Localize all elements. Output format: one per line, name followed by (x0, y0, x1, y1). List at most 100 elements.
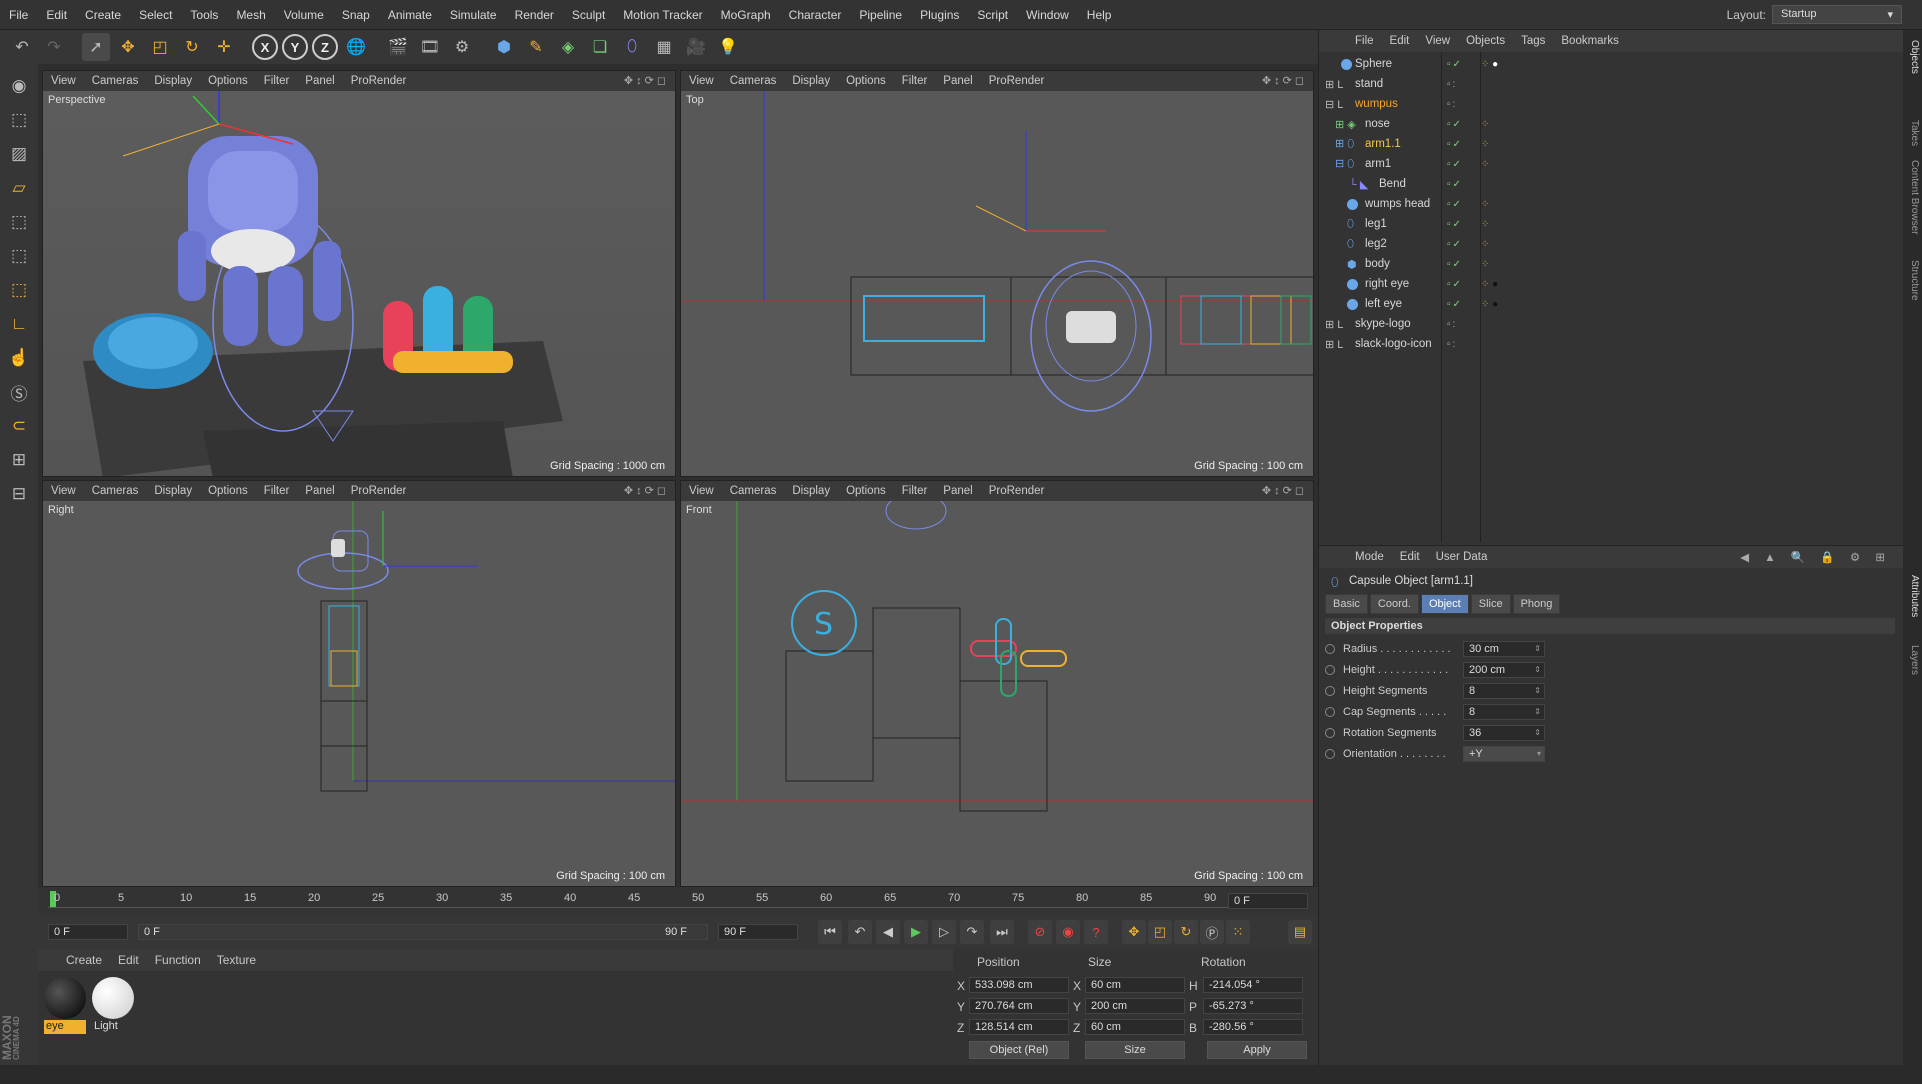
render-settings-icon[interactable]: ⚙ (448, 33, 476, 61)
camera-icon[interactable]: 🎥 (682, 33, 710, 61)
tag-icons[interactable]: ⁘ (1481, 259, 1489, 270)
deformer-icon[interactable]: ⬯ (618, 33, 646, 61)
visibility-toggles[interactable]: ▫: (1447, 99, 1457, 110)
object-row[interactable]: ⬢ body ▫✓ ⁘ (1319, 254, 1904, 274)
tab-structure[interactable]: Structure (1905, 260, 1920, 301)
viewport-nav-icons[interactable]: ✥↕⟳◻ (624, 74, 669, 87)
am-menu-user-data[interactable]: User Data (1428, 551, 1496, 563)
animate-radio[interactable] (1325, 728, 1335, 738)
vp-menu-filter[interactable]: Filter (894, 485, 936, 497)
rotation-p-field[interactable]: -65.273 ° (1203, 998, 1303, 1014)
visibility-toggles[interactable]: ▫✓ (1447, 239, 1463, 250)
menu-edit[interactable]: Edit (37, 8, 76, 22)
menu-mograph[interactable]: MoGraph (712, 8, 780, 22)
object-name[interactable]: wumps head (1365, 198, 1430, 210)
viewport-nav-icons[interactable]: ✥↕⟳◻ (624, 484, 669, 497)
size-x-field[interactable]: 60 cm (1085, 977, 1185, 993)
tag-icons[interactable]: ⁘ (1481, 139, 1489, 150)
polygons-mode-icon[interactable]: ⬚ (3, 274, 35, 306)
vp-menu-filter[interactable]: Filter (894, 75, 936, 87)
edges-mode-icon[interactable]: ⬚ (3, 240, 35, 272)
vp-menu-display[interactable]: Display (146, 75, 200, 87)
vp-menu-view[interactable]: View (681, 485, 722, 497)
cloner-icon[interactable]: ❏ (586, 33, 614, 61)
tab-basic[interactable]: Basic (1325, 594, 1368, 614)
light-icon[interactable]: 💡 (714, 33, 742, 61)
previous-frame-icon[interactable]: ◀ (876, 920, 900, 944)
tag-icons[interactable]: ⁘ ● (1481, 299, 1498, 310)
material-eye-swatch[interactable] (44, 977, 86, 1019)
viewport-right[interactable]: View Cameras Display Options Filter Pane… (42, 480, 676, 887)
tab-attributes[interactable]: Attributes (1905, 575, 1920, 617)
redo-icon[interactable]: ↷ (40, 33, 68, 61)
tag-icons[interactable]: ⁘ (1481, 199, 1489, 210)
tag-icons[interactable]: ⁘ (1481, 219, 1489, 230)
vp-menu-filter[interactable]: Filter (256, 75, 298, 87)
height-field[interactable]: 200 cm (1463, 662, 1545, 678)
top-scene[interactable] (681, 91, 1313, 476)
object-name[interactable]: body (1365, 258, 1390, 270)
coordinate-mode-dropdown[interactable]: Object (Rel) (969, 1041, 1069, 1059)
om-menu-bookmarks[interactable]: Bookmarks (1553, 35, 1627, 47)
material-light-swatch[interactable] (92, 977, 134, 1019)
next-key-icon[interactable]: ↷ (960, 920, 984, 944)
animate-radio[interactable] (1325, 686, 1335, 696)
tag-icons[interactable]: ⁘ ● (1481, 279, 1498, 290)
visibility-toggles[interactable]: ▫✓ (1447, 179, 1463, 190)
vp-menu-prorender[interactable]: ProRender (343, 485, 415, 497)
position-z-field[interactable]: 128.514 cm (969, 1019, 1069, 1035)
start-frame-field[interactable]: 0 F (48, 924, 128, 940)
vp-menu-display[interactable]: Display (784, 485, 838, 497)
vp-menu-options[interactable]: Options (200, 75, 256, 87)
om-menu-objects[interactable]: Objects (1458, 35, 1513, 47)
vp-menu-panel[interactable]: Panel (297, 75, 342, 87)
object-row[interactable]: └ ◣ Bend ▫✓ (1319, 174, 1904, 194)
vp-menu-panel[interactable]: Panel (297, 485, 342, 497)
vp-menu-panel[interactable]: Panel (935, 485, 980, 497)
tab-layers[interactable]: Layers (1905, 645, 1920, 675)
key-position-icon[interactable]: ✥ (1122, 920, 1146, 944)
am-menu-edit[interactable]: Edit (1392, 551, 1428, 563)
rotation-h-field[interactable]: -214.054 ° (1203, 977, 1303, 993)
menu-sculpt[interactable]: Sculpt (563, 8, 614, 22)
scale-tool-icon[interactable]: ◰ (146, 33, 174, 61)
undo-icon[interactable]: ↶ (8, 33, 36, 61)
cube-primitive-icon[interactable]: ⬢ (490, 33, 518, 61)
menu-snap[interactable]: Snap (333, 8, 379, 22)
object-name[interactable]: leg1 (1365, 218, 1387, 230)
menu-render[interactable]: Render (506, 8, 563, 22)
vp-menu-cameras[interactable]: Cameras (722, 485, 785, 497)
position-x-field[interactable]: 533.098 cm (969, 977, 1069, 993)
move-tool-icon[interactable]: ✥ (114, 33, 142, 61)
play-icon[interactable]: ▶ (904, 920, 928, 944)
animate-radio[interactable] (1325, 665, 1335, 675)
visibility-toggles[interactable]: ▫✓ (1447, 199, 1463, 210)
object-row[interactable]: ⊞ L stand ▫: (1319, 74, 1904, 94)
object-name[interactable]: wumpus (1355, 98, 1398, 110)
menu-volume[interactable]: Volume (275, 8, 333, 22)
render-picture-viewer-icon[interactable]: 🎞 (416, 33, 444, 61)
vp-menu-filter[interactable]: Filter (256, 485, 298, 497)
key-parameter-icon[interactable]: Ⓟ (1200, 920, 1224, 944)
pen-spline-icon[interactable]: ✎ (522, 33, 550, 61)
cap-segments-field[interactable]: 8 (1463, 704, 1545, 720)
object-name[interactable]: skype-logo (1355, 318, 1411, 330)
rotate-tool-icon[interactable]: ↻ (178, 33, 206, 61)
viewport-nav-icons[interactable]: ✥↕⟳◻ (1262, 74, 1307, 87)
object-row[interactable]: ⊟ L wumpus ▫: (1319, 94, 1904, 114)
vp-menu-cameras[interactable]: Cameras (84, 75, 147, 87)
size-y-field[interactable]: 200 cm (1085, 998, 1185, 1014)
axis-mode-icon[interactable]: ∟ (3, 308, 35, 340)
material-light-label[interactable]: Light (92, 1020, 134, 1034)
go-to-start-icon[interactable]: ⏮ (818, 920, 842, 944)
height-segments-field[interactable]: 8 (1463, 683, 1545, 699)
size-z-field[interactable]: 60 cm (1085, 1019, 1185, 1035)
tab-slice[interactable]: Slice (1470, 594, 1511, 614)
am-menu-mode[interactable]: Mode (1347, 551, 1392, 563)
tag-icons[interactable]: ⁘ (1481, 159, 1489, 170)
menu-pipeline[interactable]: Pipeline (850, 8, 911, 22)
expand-icon[interactable]: ⊞ L (1325, 338, 1343, 351)
layout-dropdown[interactable]: Startup ▾ (1772, 5, 1902, 24)
tab-coord[interactable]: Coord. (1369, 594, 1419, 614)
rotation-b-field[interactable]: -280.56 ° (1203, 1019, 1303, 1035)
